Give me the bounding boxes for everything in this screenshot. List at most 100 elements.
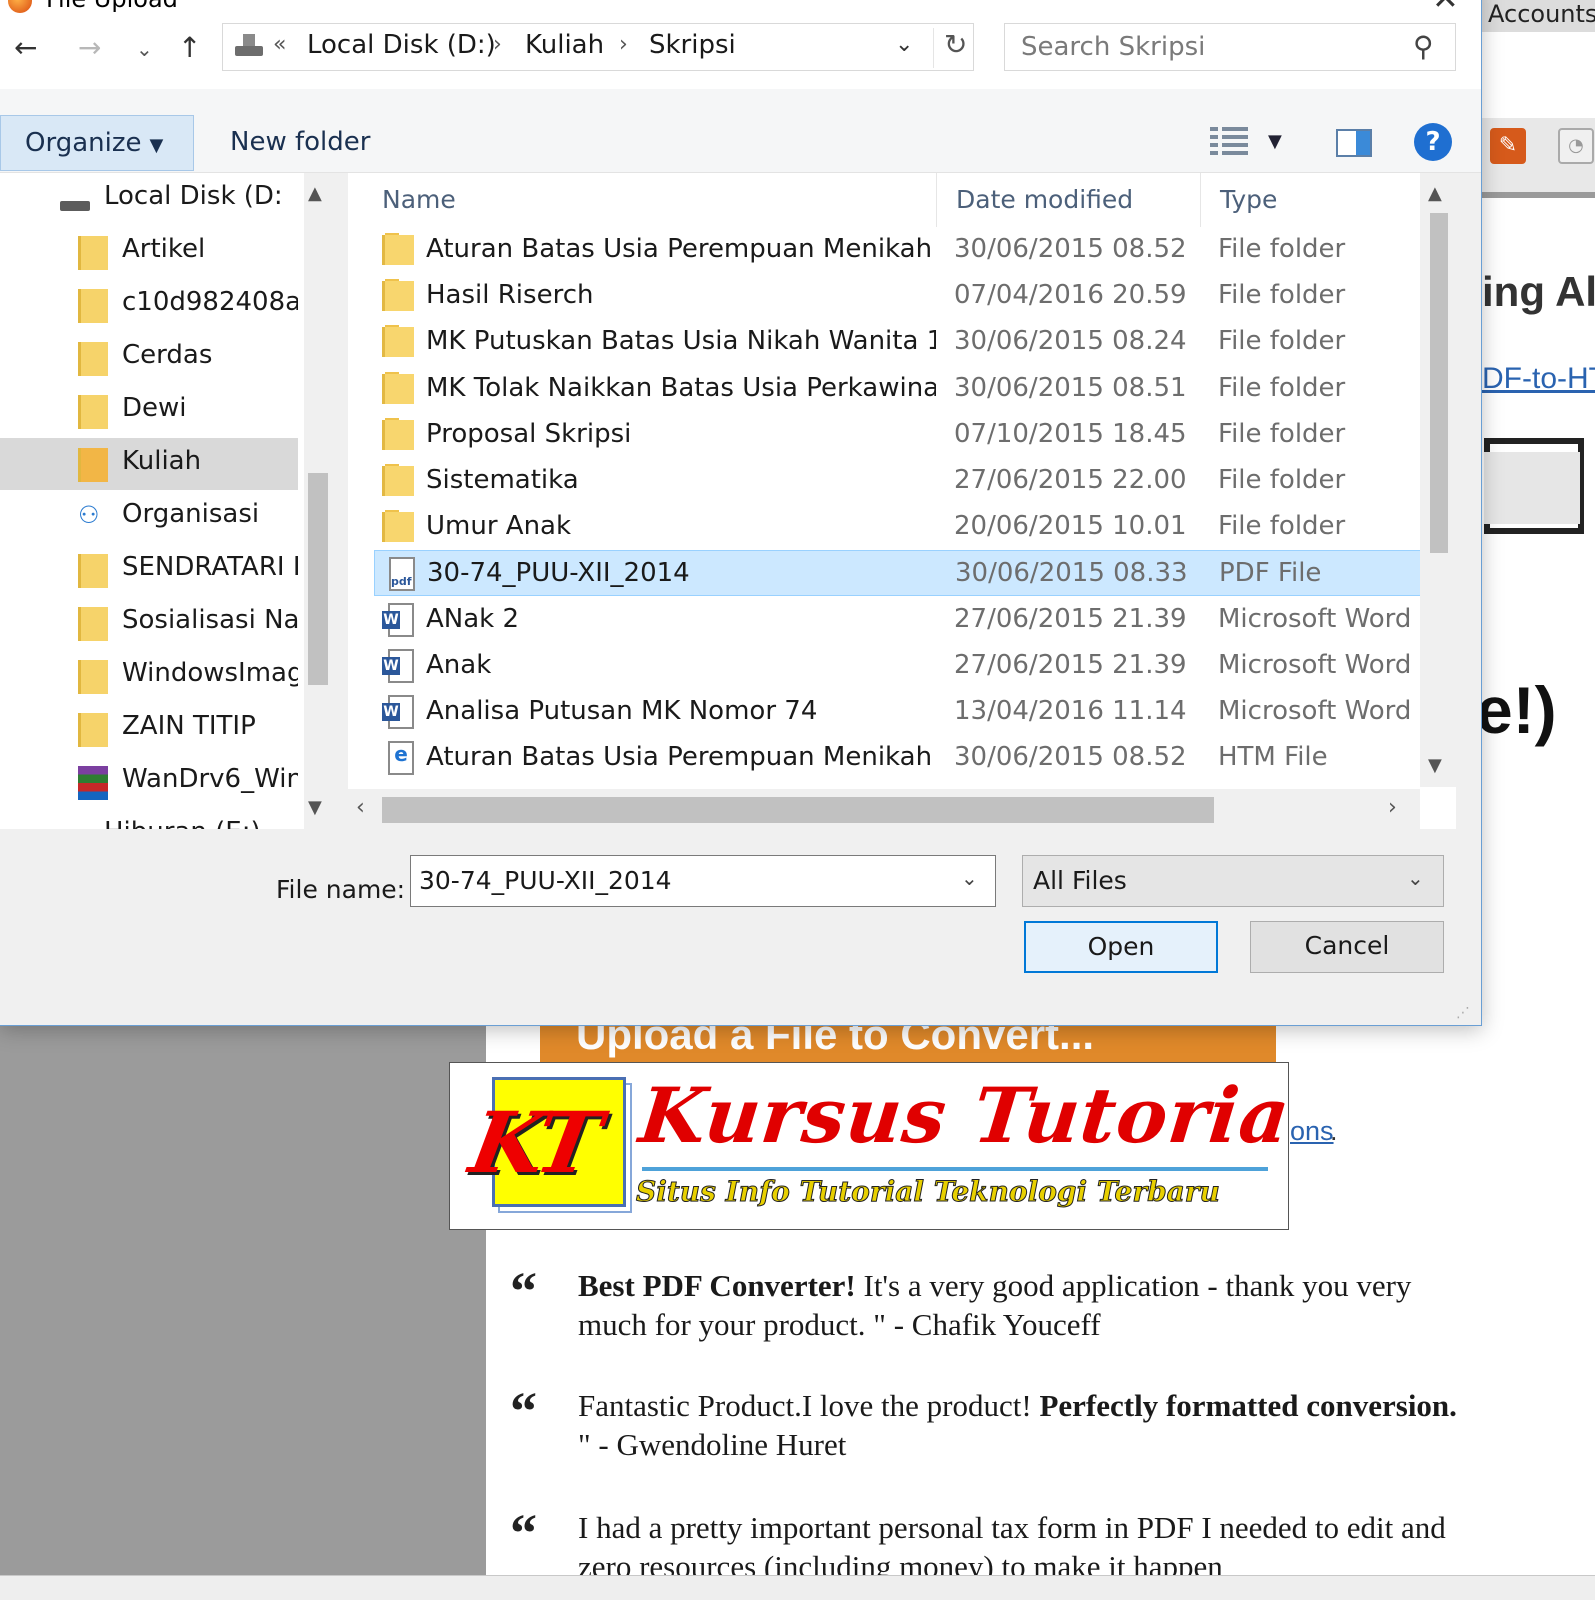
- nav-pane-item-windowsimage[interactable]: WindowsImag: [0, 650, 298, 702]
- file-row[interactable]: MK Tolak Naikkan Batas Usia Perkawinan..…: [374, 366, 1422, 412]
- nav-pane-item-zain-titip[interactable]: ZAIN TITIP: [0, 703, 298, 755]
- scroll-up-icon[interactable]: ▲: [308, 183, 322, 204]
- resize-grip-icon[interactable]: ⋰: [1456, 1005, 1470, 1021]
- scroll-thumb[interactable]: [308, 473, 328, 685]
- page-period: .: [1330, 1116, 1338, 1146]
- nav-pane-item-sendratari[interactable]: SENDRATARI L(: [0, 544, 298, 596]
- sort-indicator-icon: ⌃: [640, 173, 655, 180]
- file-name-combobox[interactable]: ⌄: [410, 855, 996, 907]
- back-arrow-icon[interactable]: ←: [14, 31, 37, 64]
- file-date-modified: 27/06/2015 22.00: [954, 465, 1187, 495]
- cancel-button[interactable]: Cancel: [1250, 921, 1444, 973]
- file-date-modified: 27/06/2015 21.39: [954, 603, 1187, 634]
- file-upload-dialog: File Upload ✕ ← → ⌄ ↑ « Local Disk (D:) …: [0, 0, 1482, 1026]
- file-date-modified: 30/06/2015 08.24: [954, 326, 1187, 357]
- nav-pane-item-kuliah[interactable]: Kuliah: [0, 438, 298, 490]
- scroll-down-icon[interactable]: ▼: [308, 797, 322, 818]
- nav-pane-label: Artikel: [122, 234, 206, 264]
- view-details-icon[interactable]: [1210, 127, 1248, 155]
- accounts-tab[interactable]: Accounts: [1482, 0, 1595, 32]
- nav-pane-item-dewi[interactable]: Dewi: [0, 385, 298, 437]
- file-row[interactable]: Sistematika 27/06/2015 22.00 File folder: [374, 458, 1422, 504]
- nav-pane-scrollbar[interactable]: ▲ ▼: [304, 173, 332, 829]
- file-name: Aturan Batas Usia Perempuan Menikah D...: [426, 234, 936, 264]
- file-list-horizontal-scrollbar[interactable]: ‹ ›: [348, 789, 1420, 829]
- file-name-input[interactable]: [419, 866, 939, 895]
- open-button[interactable]: Open: [1024, 921, 1218, 973]
- logo-title: Kursus Tutorial: [635, 1071, 1289, 1160]
- file-type-select[interactable]: All Files ⌄: [1022, 855, 1444, 907]
- drive-icon: [58, 197, 92, 211]
- nav-pane-item-local-disk[interactable]: Local Disk (D:): [0, 173, 298, 225]
- file-row[interactable]: W Anak 27/06/2015 21.39 Microsoft Word D: [374, 643, 1422, 689]
- chevron-down-icon[interactable]: ⌄: [1407, 866, 1424, 890]
- column-divider[interactable]: [1200, 173, 1201, 227]
- pencil-extension-icon[interactable]: ✎: [1490, 128, 1526, 164]
- chevron-down-icon[interactable]: ⌄: [895, 32, 913, 57]
- help-icon[interactable]: ?: [1414, 123, 1452, 161]
- scroll-thumb[interactable]: [382, 797, 1214, 823]
- file-name: Proposal Skripsi: [426, 418, 632, 449]
- file-row[interactable]: Aturan Batas Usia Perempuan Menikah D...…: [374, 227, 1422, 273]
- scroll-up-icon[interactable]: ▲: [1428, 183, 1442, 204]
- chevron-down-icon[interactable]: ⌄: [961, 866, 978, 890]
- file-type: PDF File: [1219, 558, 1322, 589]
- file-row[interactable]: Proposal Skripsi 07/10/2015 18.45 File fol…: [374, 412, 1422, 458]
- breadcrumb-local-disk[interactable]: Local Disk (D:): [307, 30, 496, 60]
- scroll-thumb[interactable]: [1430, 213, 1448, 553]
- nav-pane-item-hiburan[interactable]: Hiburan (E:): [0, 809, 298, 829]
- column-header-name[interactable]: Name: [382, 185, 456, 214]
- search-input[interactable]: [1021, 32, 1401, 62]
- new-folder-button[interactable]: New folder: [230, 127, 370, 157]
- folder-icon: [78, 342, 108, 376]
- nav-pane-item-c10d[interactable]: c10d982408a4f: [0, 279, 298, 331]
- view-options-caret-icon[interactable]: ▼: [1268, 131, 1282, 152]
- testimonial-text: Fantastic Product.I love the product! Pe…: [578, 1388, 1457, 1462]
- file-row[interactable]: W Analisa Putusan MK Nomor 74 13/04/2016 1…: [374, 689, 1422, 735]
- network-folder-icon: ⚇: [78, 501, 100, 529]
- forward-arrow-icon[interactable]: →: [78, 31, 101, 64]
- breadcrumb-kuliah[interactable]: Kuliah: [525, 30, 604, 60]
- nav-pane-item-artikel[interactable]: Artikel: [0, 226, 298, 278]
- breadcrumb-separator[interactable]: ›: [619, 32, 628, 57]
- breadcrumb-skripsi[interactable]: Skripsi: [649, 30, 736, 60]
- file-row[interactable]: pdf 30-74_PUU-XII_2014 30/06/2015 08.33 PDF…: [374, 550, 1422, 597]
- nav-pane-item-organisasi[interactable]: ⚇ Organisasi: [0, 491, 298, 543]
- search-icon[interactable]: ⚲: [1413, 30, 1434, 63]
- file-row[interactable]: MK Putuskan Batas Usia Nikah Wanita 16..…: [374, 319, 1422, 365]
- page-link-fragment[interactable]: DF-to-HT: [1482, 362, 1595, 396]
- file-row[interactable]: W ANak 2 27/06/2015 21.39 Microsoft Word D: [374, 597, 1422, 643]
- title-bar[interactable]: File Upload ✕: [0, 0, 1481, 21]
- recent-locations-chevron-icon[interactable]: ⌄: [136, 37, 153, 61]
- folder-icon: [382, 233, 414, 267]
- search-box[interactable]: ⚲: [1004, 23, 1456, 71]
- breadcrumb-separator[interactable]: ›: [493, 32, 502, 57]
- column-header-type[interactable]: Type: [1220, 185, 1277, 214]
- file-row[interactable]: Umur Anak 20/06/2015 10.01 File folder: [374, 504, 1422, 550]
- folder-icon: [382, 279, 414, 313]
- file-row[interactable]: Hasil Riserch 07/04/2016 20.59 File folder: [374, 273, 1422, 319]
- close-icon[interactable]: ✕: [1432, 0, 1459, 17]
- preview-pane-icon[interactable]: [1336, 129, 1372, 157]
- up-arrow-icon[interactable]: ↑: [178, 31, 201, 64]
- folder-icon: [78, 607, 108, 641]
- quote-icon: “: [510, 1503, 537, 1563]
- column-divider[interactable]: [936, 173, 937, 227]
- nav-pane-item-wandrv6[interactable]: WanDrv6_Win8: [0, 756, 298, 808]
- nav-pane-item-sosialisasi[interactable]: Sosialisasi Nark: [0, 597, 298, 649]
- file-row[interactable]: e Aturan Batas Usia Perempuan Menikah D..…: [374, 735, 1422, 781]
- column-header-date-modified[interactable]: Date modified: [956, 185, 1133, 214]
- file-name: MK Putuskan Batas Usia Nikah Wanita 16..…: [426, 326, 936, 357]
- scroll-down-icon[interactable]: ▼: [1428, 755, 1442, 776]
- nav-pane-item-cerdas[interactable]: Cerdas: [0, 332, 298, 384]
- file-list-vertical-scrollbar[interactable]: ▲ ▼: [1420, 173, 1456, 787]
- refresh-icon[interactable]: ↻: [933, 28, 967, 68]
- rss-icon[interactable]: ◔: [1558, 128, 1594, 164]
- scroll-right-icon[interactable]: ›: [1388, 795, 1397, 820]
- organize-button[interactable]: Organize ▼: [0, 115, 194, 171]
- logo-divider: [642, 1167, 1268, 1171]
- page-link2-fragment[interactable]: ons: [1290, 1116, 1334, 1147]
- breadcrumb-overflow[interactable]: «: [273, 32, 286, 57]
- scroll-left-icon[interactable]: ‹: [356, 795, 365, 820]
- address-bar[interactable]: « Local Disk (D:) › Kuliah › Skripsi ⌄ ↻: [222, 23, 974, 71]
